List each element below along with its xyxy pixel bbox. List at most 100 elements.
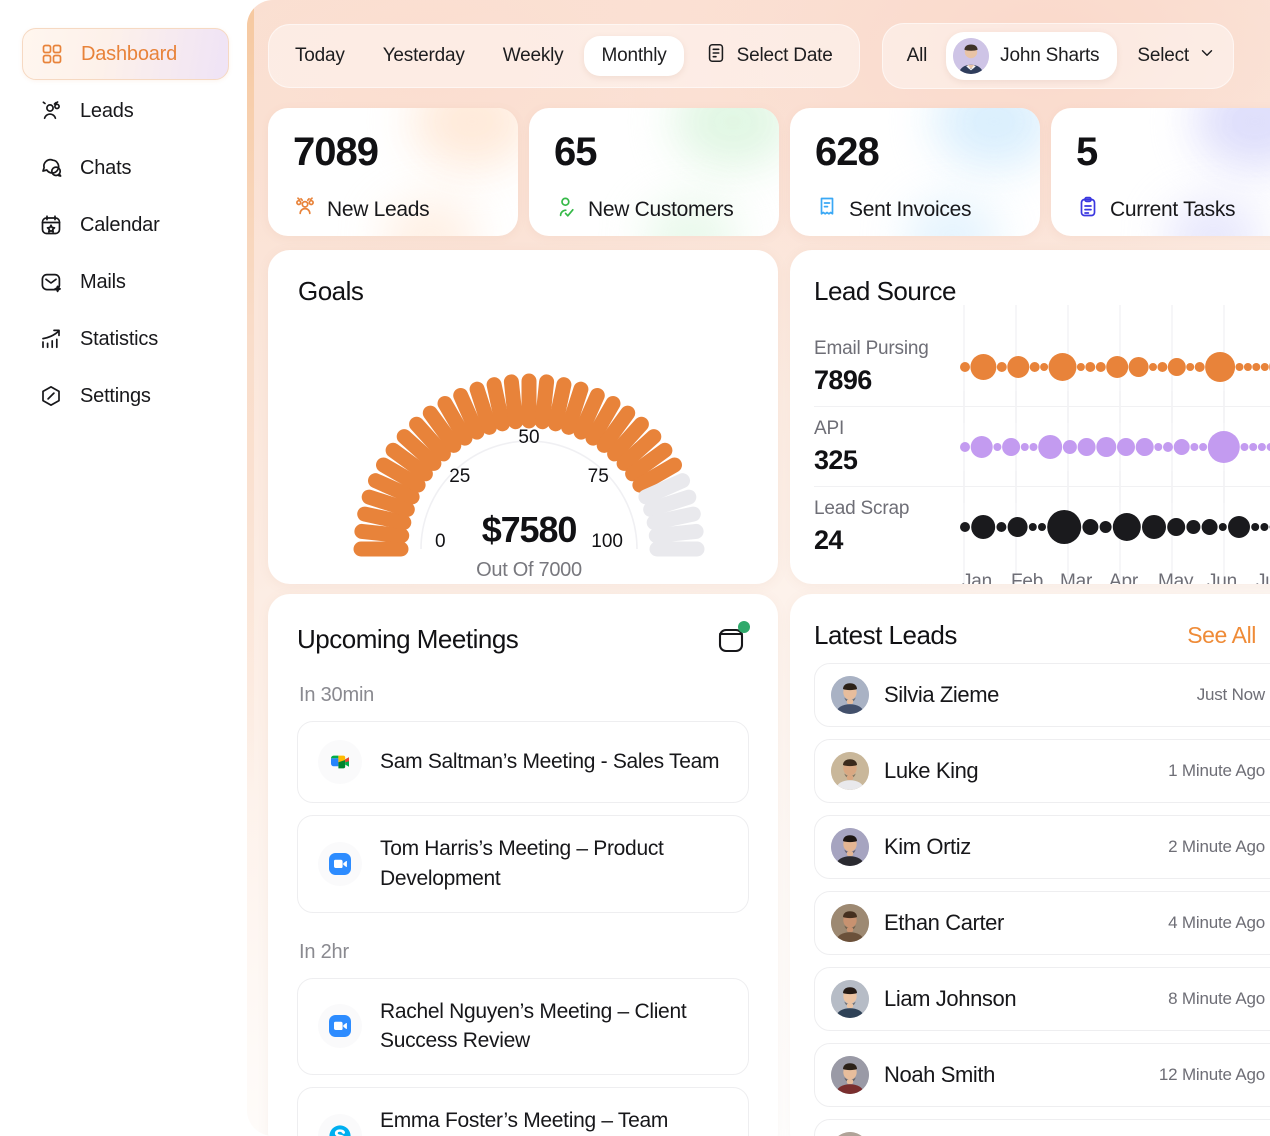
sidebar-item-calendar[interactable]: Calendar xyxy=(22,199,229,251)
lead-row[interactable]: Noah Smith 12 Minute Ago xyxy=(814,1043,1270,1107)
avatar xyxy=(831,676,869,714)
stat-label: Current Tasks xyxy=(1110,198,1236,221)
stat-label: New Customers xyxy=(588,198,734,221)
stat-card-new-customers[interactable]: 65 New Customers xyxy=(529,108,779,236)
stat-card-sent-invoices[interactable]: 628 Sent Invoices xyxy=(790,108,1040,236)
invoice-icon xyxy=(815,195,839,225)
lead-name: Noah Smith xyxy=(884,1062,995,1087)
lead-source-month-label: Apr xyxy=(1109,571,1138,584)
mail-sparkle-icon xyxy=(38,269,64,295)
zoom-icon xyxy=(318,1004,362,1049)
lead-identity: Mason Brown xyxy=(831,1132,1014,1136)
lead-identity: Luke King xyxy=(831,752,979,790)
lead-source-name: Lead Scrap xyxy=(814,498,910,519)
lead-source-month-label: May xyxy=(1158,571,1194,584)
stat-value: 65 xyxy=(554,130,598,174)
lead-source-month-label: Jun xyxy=(1207,571,1238,584)
zoom-icon xyxy=(318,841,362,886)
sidebar-item-label: Dashboard xyxy=(81,42,178,65)
lead-row[interactable]: Silvia Zieme Just Now xyxy=(814,663,1270,727)
svg-text:50: 50 xyxy=(518,427,539,448)
goals-panel: Goals 0 25 50 75 100 $7580 Out Of 7000 xyxy=(268,250,778,584)
calendar-notification-icon[interactable] xyxy=(715,621,750,656)
date-range-group: Today Yesterday Weekly Monthly Select Da… xyxy=(268,24,860,88)
lead-time: 2 Minute Ago xyxy=(1168,837,1265,856)
lead-source-rows: Email Pursing 7896 API 325 Lead Scrap 24 xyxy=(814,304,1270,583)
meeting-group-label: In 30min xyxy=(299,684,375,706)
range-monthly[interactable]: Monthly xyxy=(584,36,684,76)
clipboard-icon xyxy=(1076,195,1100,225)
lead-source-x-axis: Jan Feb Mar Apr May Jun Jul xyxy=(960,571,1270,584)
stat-label-row: Current Tasks xyxy=(1076,195,1270,225)
user-check-icon xyxy=(554,195,578,225)
meeting-title: Emma Foster’s Meeting – Team Performance… xyxy=(380,1109,669,1133)
lead-source-row: Lead Scrap 24 xyxy=(814,471,1270,583)
latest-leads-title: Latest Leads xyxy=(814,620,957,650)
calendar-icon xyxy=(705,42,727,70)
sidebar-item-label: Settings xyxy=(80,384,151,407)
lead-row[interactable]: Mason Brown15 Minute Ago xyxy=(814,1119,1270,1136)
sidebar-item-mails[interactable]: Mails xyxy=(22,256,229,308)
lead-source-row: Email Pursing 7896 xyxy=(814,304,1270,423)
lead-name: Liam Johnson xyxy=(884,986,1017,1011)
notification-dot xyxy=(738,621,750,633)
avatar-icon xyxy=(953,38,990,74)
sidebar-item-dashboard[interactable]: Dashboard xyxy=(22,28,229,80)
stat-label-row: New Leads xyxy=(293,195,518,225)
chevron-down-icon xyxy=(1198,44,1216,68)
range-weekly[interactable]: Weekly xyxy=(486,36,581,76)
google-meet-icon xyxy=(318,740,362,784)
see-all-label: See All xyxy=(1187,622,1256,648)
stat-card-new-leads[interactable]: 7089 New Leads xyxy=(268,108,518,236)
range-today[interactable]: Today xyxy=(278,36,362,76)
grid-icon xyxy=(39,41,65,67)
sidebar-item-chats[interactable]: Chats xyxy=(22,142,229,194)
meeting-title: Tom Harris’s Meeting – Product Developme… xyxy=(380,837,664,890)
meetings-title: Upcoming Meetings xyxy=(297,623,519,654)
stat-label: New Leads xyxy=(327,198,430,221)
lead-source-value: 7896 xyxy=(814,364,872,395)
see-all-button[interactable]: See All xyxy=(1187,622,1270,649)
sidebar-item-label: Statistics xyxy=(80,327,159,350)
meeting-card[interactable]: Tom Harris’s Meeting – Product Developme… xyxy=(297,815,749,913)
latest-leads-list: Silvia Zieme Just Now Luke King 1 Minute A… xyxy=(814,663,1270,1136)
main-surface: Today Yesterday Weekly Monthly Select Da… xyxy=(247,0,1270,1136)
lead-row[interactable]: Luke King 1 Minute Ago xyxy=(814,739,1270,803)
lead-source-meta: Email Pursing 7896 xyxy=(814,338,960,396)
lead-identity: Liam Johnson xyxy=(831,980,1017,1018)
select-date-button[interactable]: Select Date xyxy=(688,33,850,79)
sidebar-nav: Dashboard Leads Chats Calendar Mails Statisti… xyxy=(0,28,247,422)
lead-row[interactable]: Liam Johnson 8 Minute Ago xyxy=(814,967,1270,1031)
lead-time: 12 Minute Ago xyxy=(1158,1065,1265,1084)
range-yesterday[interactable]: Yesterday xyxy=(366,36,482,76)
lead-name: Ethan Carter xyxy=(884,910,1004,935)
goals-value: $7580 xyxy=(481,509,578,550)
lead-row[interactable]: Kim Ortiz 2 Minute Ago xyxy=(814,815,1270,879)
meeting-card[interactable]: Emma Foster’s Meeting – Team Performance… xyxy=(297,1087,749,1136)
chat-bubbles-icon xyxy=(38,155,64,181)
sidebar-item-settings[interactable]: Settings xyxy=(22,370,229,422)
lead-name: Silvia Zieme xyxy=(884,682,1000,707)
meeting-title: Sam Saltman’s Meeting - Sales Team xyxy=(380,750,720,774)
filter-all-button[interactable]: All xyxy=(894,36,941,76)
avatar xyxy=(831,1132,869,1136)
goals-gauge: 0 25 50 75 100 $7580 Out Of 7000 xyxy=(298,313,760,581)
lead-name: Kim Ortiz xyxy=(884,834,971,859)
sidebar-item-statistics[interactable]: Statistics xyxy=(22,313,229,365)
meeting-card[interactable]: Rachel Nguyen’s Meeting – Client Success… xyxy=(297,977,749,1076)
current-user-name: John Sharts xyxy=(1000,45,1100,66)
skype-icon xyxy=(318,1114,362,1136)
lead-source-month-label: Jul xyxy=(1256,571,1270,584)
stat-card-current-tasks[interactable]: 5 Current Tasks xyxy=(1051,108,1270,236)
lead-row[interactable]: Ethan Carter 4 Minute Ago xyxy=(814,891,1270,955)
lead-time: 8 Minute Ago xyxy=(1168,989,1265,1008)
select-dropdown[interactable]: Select xyxy=(1123,35,1222,77)
avatar xyxy=(831,1056,869,1094)
lead-source-meta: Lead Scrap 24 xyxy=(814,498,960,556)
meeting-card[interactable]: Sam Saltman’s Meeting - Sales Team xyxy=(297,721,749,803)
stat-label-row: New Customers xyxy=(554,195,779,225)
sidebar-item-leads[interactable]: Leads xyxy=(22,85,229,137)
current-user-pill[interactable]: John Sharts xyxy=(946,32,1118,80)
avatar xyxy=(831,980,869,1018)
lead-source-value: 24 xyxy=(814,525,843,555)
